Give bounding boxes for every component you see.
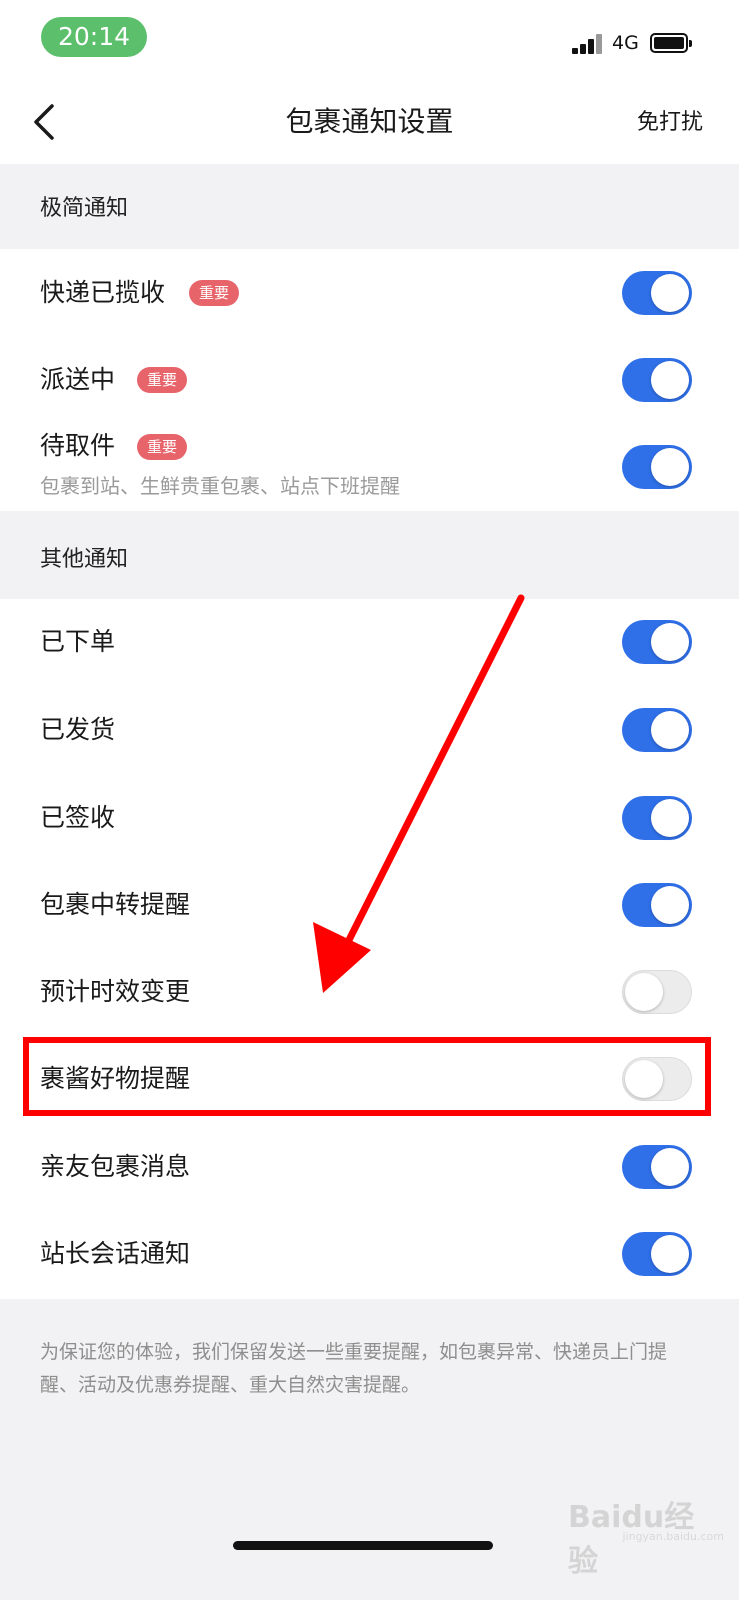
toggle-delivering[interactable] bbox=[622, 358, 692, 402]
row-label: 派送中 bbox=[40, 365, 116, 394]
row-label: 待取件 bbox=[40, 431, 116, 460]
notification-row-family-package: 亲友包裹消息 bbox=[0, 1124, 739, 1211]
notification-row-signed: 已签收 bbox=[0, 774, 739, 861]
home-indicator bbox=[233, 1541, 493, 1550]
status-bar: 20:14 4G bbox=[0, 0, 739, 80]
toggle-shipped[interactable] bbox=[622, 708, 692, 752]
row-label: 快递已揽收 bbox=[40, 278, 166, 307]
watermark-sub: jingyan.baidu.com bbox=[622, 1530, 724, 1543]
section-title-simple: 极简通知 bbox=[40, 196, 129, 221]
toggle-pickup[interactable] bbox=[622, 445, 692, 489]
section-title-other: 其他通知 bbox=[40, 547, 129, 572]
do-not-disturb-button[interactable]: 免打扰 bbox=[637, 106, 703, 140]
section-header-other: 其他通知 bbox=[0, 511, 739, 599]
row-label: 包裹中转提醒 bbox=[40, 890, 191, 919]
simple-notification-group: 快递已揽收 重要 派送中 重要 待取件 重要 包裹到站、生鲜贵重包裹、站点下班提… bbox=[0, 249, 739, 511]
footer-note: 为保证您的体验，我们保留发送一些重要提醒，如包裹异常、快递员上门提醒、活动及优惠… bbox=[40, 1341, 668, 1396]
baidu-watermark: Baidu经验 jingyan.baidu.com bbox=[568, 1490, 728, 1579]
row-label: 已发货 bbox=[40, 715, 116, 744]
toggle-collected[interactable] bbox=[622, 271, 692, 315]
important-badge: 重要 bbox=[189, 280, 240, 306]
row-subtitle: 包裹到站、生鲜贵重包裹、站点下班提醒 bbox=[40, 474, 400, 498]
row-label: 亲友包裹消息 bbox=[40, 1152, 191, 1181]
toggle-family-package[interactable] bbox=[622, 1145, 692, 1189]
important-badge: 重要 bbox=[137, 434, 188, 460]
notification-row-pickup: 待取件 重要 包裹到站、生鲜贵重包裹、站点下班提醒 bbox=[0, 425, 739, 511]
toggle-station-chat[interactable] bbox=[622, 1232, 692, 1276]
status-time: 20:14 bbox=[41, 17, 147, 57]
notification-row-transit: 包裹中转提醒 bbox=[0, 861, 739, 949]
row-label: 已下单 bbox=[40, 627, 116, 656]
toggle-ordered[interactable] bbox=[622, 620, 692, 664]
notification-row-collected: 快递已揽收 重要 bbox=[0, 249, 739, 337]
other-notification-group: 已下单 已发货 已签收 包裹中转提醒 预计时效变更 裹酱好物提醒 亲友包裹消息 … bbox=[0, 599, 739, 1299]
notification-row-delivering: 派送中 重要 bbox=[0, 337, 739, 425]
toggle-transit[interactable] bbox=[622, 883, 692, 927]
important-badge: 重要 bbox=[137, 367, 188, 393]
notification-row-shipped: 已发货 bbox=[0, 686, 739, 774]
network-label: 4G bbox=[612, 32, 639, 54]
annotation-highlight-box bbox=[23, 1037, 711, 1116]
row-label: 站长会话通知 bbox=[40, 1239, 191, 1268]
row-label: 已签收 bbox=[40, 803, 116, 832]
row-label: 预计时效变更 bbox=[40, 977, 191, 1006]
battery-icon bbox=[650, 33, 692, 53]
section-header-simple: 极简通知 bbox=[0, 164, 739, 249]
signal-icon bbox=[572, 34, 604, 54]
notification-row-station-chat: 站长会话通知 bbox=[0, 1211, 739, 1299]
page-title: 包裹通知设置 bbox=[285, 105, 454, 138]
notification-row-eta-change: 预计时效变更 bbox=[0, 949, 739, 1036]
nav-bar: 包裹通知设置 免打扰 bbox=[0, 80, 739, 164]
toggle-eta-change[interactable] bbox=[622, 970, 692, 1014]
toggle-signed[interactable] bbox=[622, 796, 692, 840]
notification-row-ordered: 已下单 bbox=[0, 599, 739, 686]
